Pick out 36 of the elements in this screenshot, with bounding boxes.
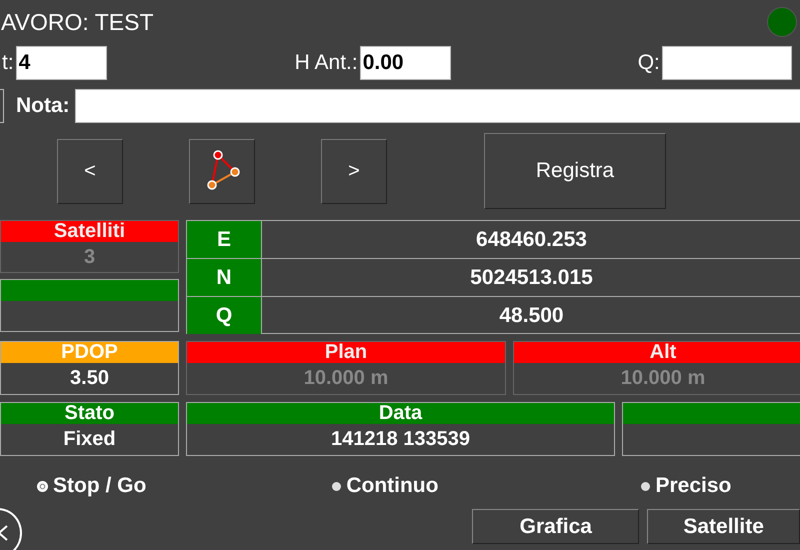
view-button[interactable]: Satellite: [647, 509, 800, 544]
nav-button[interactable]: <: [57, 138, 123, 204]
field-label: Q:: [638, 51, 660, 75]
coordinate-value: 5024513.015: [469, 264, 594, 290]
cell-title: Plan: [324, 342, 368, 363]
mode-radio[interactable]: Preciso: [641, 474, 732, 498]
input-field[interactable]: 0.00: [360, 46, 451, 80]
coordinate-value: 648460.253: [475, 226, 588, 252]
coordinate-value: 48.500: [498, 302, 565, 328]
cell-title: Data: [378, 403, 422, 424]
view-button[interactable]: Grafica: [472, 509, 640, 544]
cell-value: 141218 133539: [330, 428, 470, 450]
cell-value: Fixed: [63, 428, 116, 450]
note-field[interactable]: [74, 89, 800, 123]
cell-value: 10.000 m: [304, 366, 388, 390]
cell-value: 10.000 m: [620, 366, 706, 390]
cell-title: Stato: [64, 403, 114, 424]
nav-button[interactable]: >: [321, 138, 387, 204]
axis-label: N: [187, 259, 262, 296]
input-field[interactable]: [662, 46, 792, 80]
mode-label: Preciso: [655, 474, 732, 498]
input-field[interactable]: 4: [16, 46, 107, 80]
field-label: t:: [2, 51, 14, 75]
register-button[interactable]: Registra: [484, 133, 666, 209]
cell-title: Alt: [650, 342, 676, 363]
cell-title: PDOP: [61, 342, 118, 363]
note-label: Nota:: [16, 94, 70, 118]
cell-value: 3.50: [70, 366, 109, 390]
axis-label: E: [187, 221, 262, 258]
survey-button[interactable]: [189, 138, 255, 204]
close-icon: [0, 525, 8, 541]
cell-value: 3: [84, 246, 96, 268]
cell-title: Satelliti: [54, 221, 126, 242]
job-title: AVORO: TEST: [1, 8, 154, 36]
field-label: H Ant.:: [294, 51, 358, 75]
axis-label: Q: [187, 297, 262, 334]
